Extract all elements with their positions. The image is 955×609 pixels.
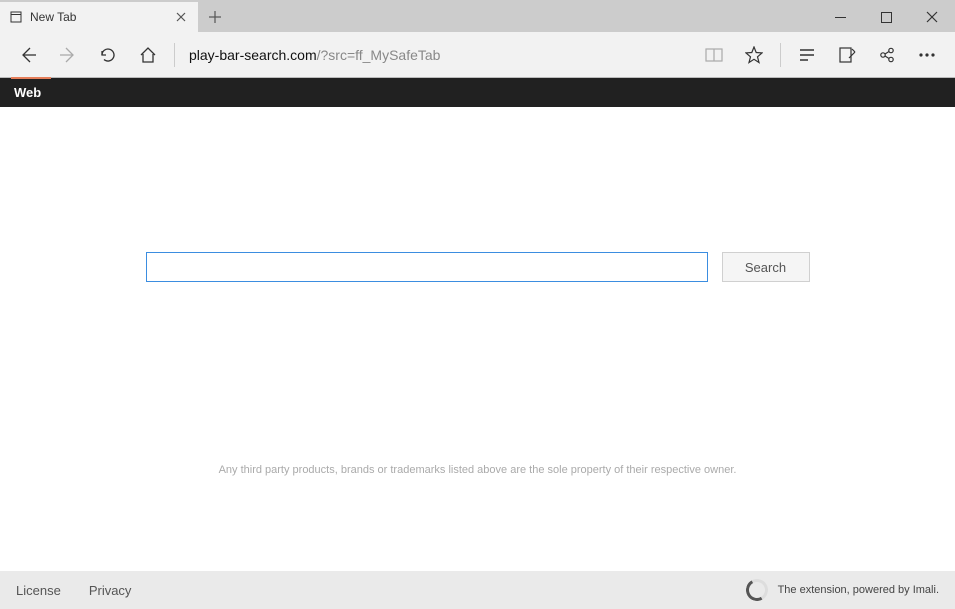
- tab-close-icon[interactable]: [174, 7, 188, 27]
- license-link[interactable]: License: [16, 583, 61, 598]
- separator: [780, 43, 781, 67]
- forward-button[interactable]: [48, 35, 88, 75]
- share-icon[interactable]: [867, 35, 907, 75]
- tab-title: New Tab: [30, 10, 174, 24]
- back-button[interactable]: [8, 35, 48, 75]
- reading-view-icon[interactable]: [694, 35, 734, 75]
- powered-by-text: The extension, powered by Imali.: [778, 584, 939, 596]
- hub-icon[interactable]: [787, 35, 827, 75]
- privacy-link[interactable]: Privacy: [89, 583, 132, 598]
- page-nav-bar: Web: [0, 78, 955, 107]
- page-content: Web Search Any third party products, bra…: [0, 78, 955, 609]
- home-button[interactable]: [128, 35, 168, 75]
- favorites-star-icon[interactable]: [734, 35, 774, 75]
- window-controls: [817, 2, 955, 32]
- browser-toolbar: play-bar-search.com/?src=ff_MySafeTab: [0, 32, 955, 78]
- notes-icon[interactable]: [827, 35, 867, 75]
- browser-tab[interactable]: New Tab: [0, 2, 198, 32]
- brand-logo-icon: [743, 577, 770, 604]
- page-icon: [10, 11, 22, 23]
- separator: [174, 43, 175, 67]
- nav-web-tab[interactable]: Web: [14, 85, 41, 100]
- search-input[interactable]: [146, 252, 708, 282]
- accent-line: [11, 77, 51, 79]
- new-tab-button[interactable]: [198, 2, 232, 32]
- search-area: Search Any third party products, brands …: [0, 107, 955, 571]
- more-icon[interactable]: [907, 35, 947, 75]
- window-titlebar: New Tab: [0, 0, 955, 32]
- address-bar[interactable]: play-bar-search.com/?src=ff_MySafeTab: [181, 41, 694, 69]
- page-footer: License Privacy The extension, powered b…: [0, 571, 955, 609]
- minimize-button[interactable]: [817, 2, 863, 32]
- refresh-button[interactable]: [88, 35, 128, 75]
- url-path: /?src=ff_MySafeTab: [317, 47, 441, 63]
- search-button[interactable]: Search: [722, 252, 810, 282]
- url-host: play-bar-search.com: [189, 47, 317, 63]
- maximize-button[interactable]: [863, 2, 909, 32]
- close-window-button[interactable]: [909, 2, 955, 32]
- disclaimer-text: Any third party products, brands or trad…: [219, 464, 737, 476]
